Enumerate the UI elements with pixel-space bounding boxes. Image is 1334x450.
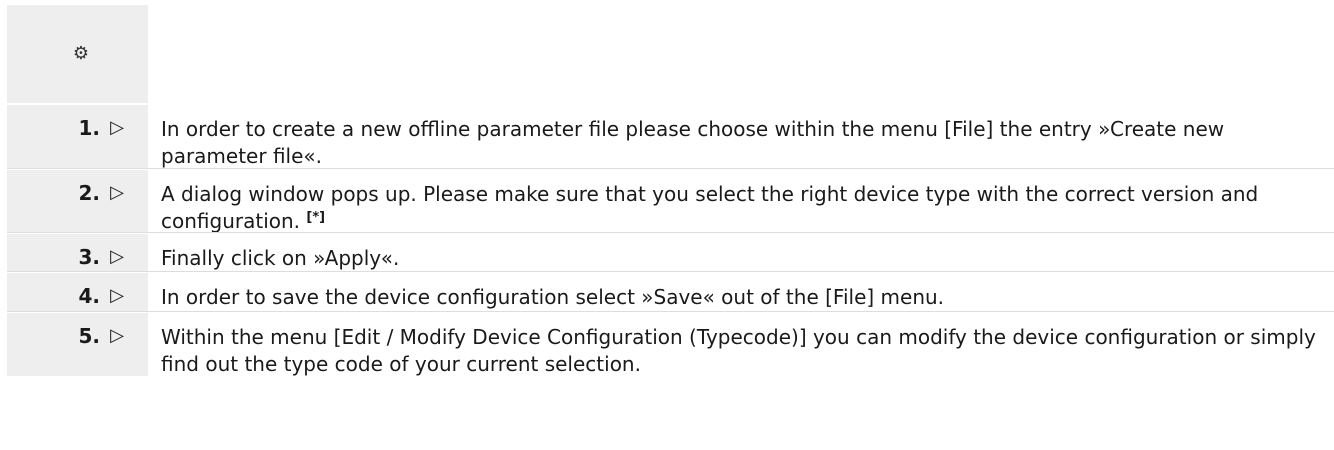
- footnote-marker: [*]: [306, 210, 326, 225]
- step-number: 1.: [78, 116, 100, 140]
- procedure-icon-cell: ⚙: [7, 5, 148, 103]
- step-text: A dialog window pops up. Please make sur…: [161, 181, 1331, 235]
- step-number-cell: 1. ▷: [7, 105, 148, 168]
- row-divider: [7, 271, 1334, 272]
- play-triangle-icon: ▷: [110, 182, 124, 203]
- step-number: 2.: [78, 181, 100, 205]
- step-instruction: In order to save the device configuratio…: [161, 285, 945, 309]
- step-number-cell: 3. ▷: [7, 234, 148, 271]
- gear-icon: ⚙: [72, 43, 90, 64]
- step-instruction: Within the menu [Edit / Modify Device Co…: [161, 325, 1316, 376]
- step-row-1: 1. ▷ In order to create a new offline pa…: [7, 105, 1334, 168]
- step-row-5: 5. ▷ Within the menu [Edit / Modify Devi…: [7, 313, 1334, 376]
- step-instruction: In order to create a new offline paramet…: [161, 117, 1225, 168]
- row-divider: [7, 232, 1334, 233]
- row-divider: [7, 311, 1334, 312]
- play-triangle-icon: ▷: [110, 246, 124, 267]
- step-number-cell: 2. ▷: [7, 170, 148, 232]
- step-instruction: A dialog window pops up. Please make sur…: [161, 182, 1259, 233]
- step-row-2: 2. ▷ A dialog window pops up. Please mak…: [7, 170, 1334, 235]
- step-row-4: 4. ▷ In order to save the device configu…: [7, 273, 1334, 311]
- step-number-cell: 5. ▷: [7, 313, 148, 376]
- step-number: 5.: [78, 324, 100, 348]
- step-text: In order to create a new offline paramet…: [161, 116, 1331, 170]
- step-number: 4.: [78, 284, 100, 308]
- step-row-3: 3. ▷ Finally click on »Apply«.: [7, 234, 1334, 271]
- step-number-cell: 4. ▷: [7, 273, 148, 311]
- step-text: In order to save the device configuratio…: [161, 284, 1331, 311]
- play-triangle-icon: ▷: [110, 285, 124, 306]
- step-instruction: Finally click on »Apply«.: [161, 246, 400, 270]
- row-divider: [7, 168, 1334, 169]
- play-triangle-icon: ▷: [110, 117, 124, 138]
- step-number: 3.: [78, 245, 100, 269]
- play-triangle-icon: ▷: [110, 325, 124, 346]
- step-text: Finally click on »Apply«.: [161, 245, 1331, 272]
- step-text: Within the menu [Edit / Modify Device Co…: [161, 324, 1331, 378]
